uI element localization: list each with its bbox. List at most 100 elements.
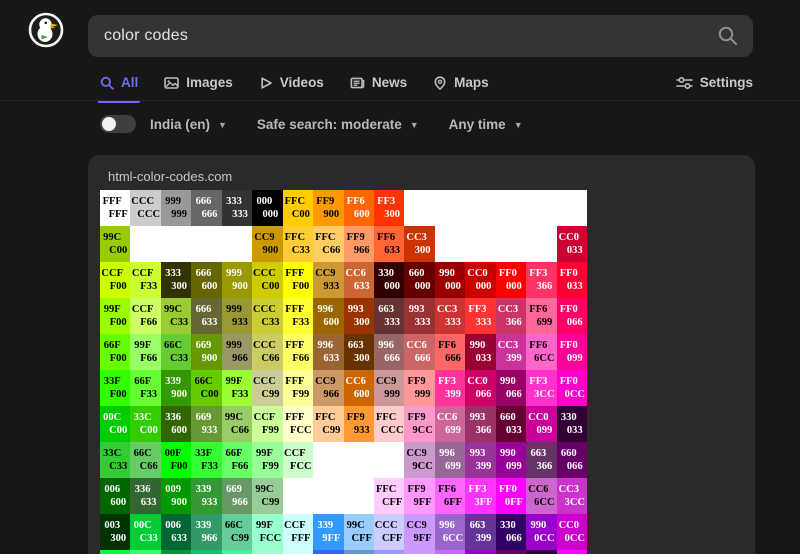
color-cell: 660033 bbox=[496, 406, 526, 442]
result-source[interactable]: html-color-codes.com bbox=[88, 155, 755, 184]
color-cell: 996699 bbox=[435, 442, 465, 478]
color-cell: 333300 bbox=[161, 262, 191, 298]
color-cell: 9999FF bbox=[374, 550, 404, 554]
color-cell bbox=[496, 190, 526, 226]
safe-search-dropdown[interactable]: Safe search: moderate ▼ bbox=[257, 117, 419, 132]
header-divider bbox=[0, 100, 800, 101]
color-cell: CCFF99 bbox=[252, 406, 282, 442]
color-cell: CC9999 bbox=[374, 370, 404, 406]
color-chart-image[interactable]: FFFFFFCCCCCC999999666666333333000000FFCC… bbox=[100, 190, 587, 554]
region-toggle[interactable] bbox=[100, 115, 136, 133]
color-cell: CC6666 bbox=[404, 334, 434, 370]
color-cell: 660000 bbox=[404, 262, 434, 298]
tab-all[interactable]: All bbox=[100, 66, 138, 100]
color-cell: 99CCFF bbox=[344, 514, 374, 550]
color-cell: 3366FF bbox=[313, 550, 343, 554]
color-cell: 333333 bbox=[222, 190, 252, 226]
color-cell bbox=[465, 226, 495, 262]
color-cell: FFCCCC bbox=[374, 406, 404, 442]
search-bar[interactable] bbox=[88, 15, 753, 57]
color-cell: CC9900 bbox=[252, 226, 282, 262]
color-cell: 330066 bbox=[496, 514, 526, 550]
region-dropdown[interactable]: India (en) ▼ bbox=[150, 117, 227, 132]
color-cell bbox=[557, 190, 587, 226]
tab-label: Images bbox=[186, 75, 233, 90]
color-cell: 33FF00 bbox=[100, 370, 130, 406]
settings-button[interactable]: Settings bbox=[676, 66, 753, 100]
color-cell: CCFFFF bbox=[283, 550, 313, 554]
color-cell: 3399FF bbox=[313, 514, 343, 550]
color-cell bbox=[161, 226, 191, 262]
color-cell: CCCC99 bbox=[252, 370, 282, 406]
duck-icon bbox=[28, 12, 64, 48]
color-cell: CC6699 bbox=[435, 406, 465, 442]
color-cell bbox=[130, 226, 160, 262]
color-cell: CC3300 bbox=[404, 226, 434, 262]
color-cell: CCCC00 bbox=[252, 262, 282, 298]
color-cell: 00CC33 bbox=[130, 514, 160, 550]
color-cell: 666666 bbox=[191, 190, 221, 226]
color-cell: 999966 bbox=[222, 334, 252, 370]
color-cell: 993399 bbox=[465, 442, 495, 478]
tab-news[interactable]: News bbox=[350, 66, 407, 100]
time-dropdown[interactable]: Any time ▼ bbox=[449, 117, 523, 132]
color-cell: 330000 bbox=[374, 262, 404, 298]
color-cell: 000000 bbox=[252, 190, 282, 226]
color-cell: 999999 bbox=[161, 190, 191, 226]
color-cell: 66FF66 bbox=[222, 442, 252, 478]
search-icon bbox=[100, 76, 114, 90]
color-cell: 660066 bbox=[496, 550, 526, 554]
color-cell: CC66CC bbox=[526, 478, 556, 514]
tab-maps[interactable]: Maps bbox=[433, 66, 489, 100]
color-cell: FF66CC bbox=[526, 334, 556, 370]
color-cell: 009900 bbox=[161, 478, 191, 514]
toggle-knob bbox=[102, 117, 116, 131]
color-cell: FF6666 bbox=[435, 334, 465, 370]
color-cell: FFCC66 bbox=[313, 226, 343, 262]
color-cell: 999900 bbox=[222, 262, 252, 298]
color-cell: 993333 bbox=[404, 298, 434, 334]
tab-images[interactable]: Images bbox=[164, 66, 233, 100]
color-cell: 993300 bbox=[344, 298, 374, 334]
color-cell: FF99CC bbox=[404, 406, 434, 442]
color-cell: FFFFFF bbox=[100, 190, 130, 226]
color-cell: 669900 bbox=[191, 334, 221, 370]
color-cell: 339933 bbox=[191, 478, 221, 514]
color-cell: FF3333 bbox=[465, 298, 495, 334]
color-cell: 33CC00 bbox=[130, 406, 160, 442]
color-cell: CC66FF bbox=[435, 550, 465, 554]
color-cell: FF9966 bbox=[344, 226, 374, 262]
color-cell: CC3366 bbox=[496, 298, 526, 334]
pin-icon bbox=[433, 76, 447, 90]
color-cell: 330033 bbox=[526, 550, 556, 554]
duckduckgo-logo[interactable] bbox=[28, 12, 64, 48]
color-cell: 99FFCC bbox=[252, 550, 282, 554]
color-cell: CC0000 bbox=[465, 262, 495, 298]
color-cell: FF9900 bbox=[313, 190, 343, 226]
color-cell: 339900 bbox=[161, 370, 191, 406]
color-cell: 669933 bbox=[191, 406, 221, 442]
search-icon[interactable] bbox=[717, 25, 739, 47]
color-cell: FFFFCC bbox=[283, 406, 313, 442]
color-cell: FFFF99 bbox=[283, 370, 313, 406]
color-cell: FFCC00 bbox=[283, 190, 313, 226]
chevron-down-icon: ▼ bbox=[514, 119, 523, 130]
color-cell bbox=[465, 190, 495, 226]
color-cell bbox=[404, 190, 434, 226]
color-cell: CCFF66 bbox=[130, 298, 160, 334]
color-cell: 006600 bbox=[100, 478, 130, 514]
result-card[interactable]: html-color-codes.com FFFFFFCCCCCC9999996… bbox=[88, 155, 755, 554]
color-cell bbox=[191, 226, 221, 262]
color-cell: FF00FF bbox=[496, 478, 526, 514]
sliders-icon bbox=[676, 76, 693, 90]
tab-label: Videos bbox=[280, 75, 324, 90]
color-cell: 99CC00 bbox=[100, 226, 130, 262]
color-cell: CC99FF bbox=[404, 514, 434, 550]
color-cell: FF00FF bbox=[557, 550, 587, 554]
color-cell: FFCCFF bbox=[374, 478, 404, 514]
search-input[interactable] bbox=[104, 27, 717, 45]
color-cell: 996600 bbox=[313, 298, 343, 334]
color-cell: 33FF99 bbox=[222, 550, 252, 554]
color-cell: 33CC33 bbox=[100, 442, 130, 478]
tab-videos[interactable]: Videos bbox=[259, 66, 324, 100]
